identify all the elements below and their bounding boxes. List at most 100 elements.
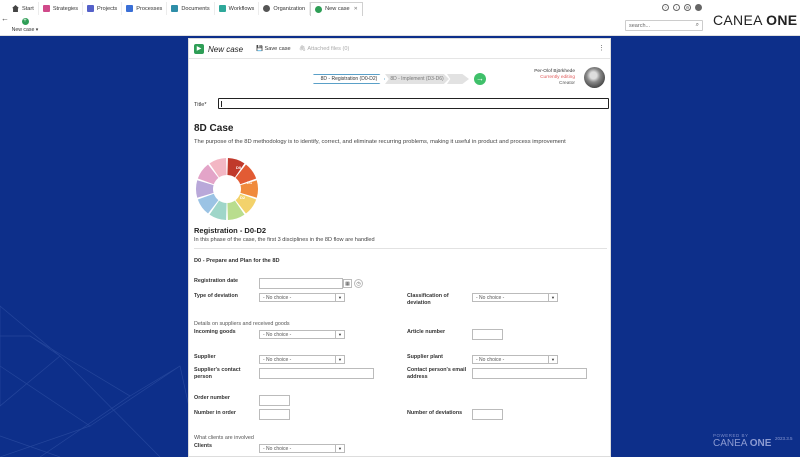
tab-workflows[interactable]: Workflows (215, 2, 260, 15)
processes-icon (126, 5, 134, 12)
search-placeholder: search... (629, 23, 651, 29)
incoming-goods-select[interactable]: - No choice - ▼ (259, 330, 345, 339)
chevron-down-icon: ▼ (548, 356, 557, 363)
tab-bar: Start Strategies Projects Processes Docu… (8, 1, 363, 16)
8d-wheel-image: D0 D1 D2 (196, 158, 258, 220)
registration-date-input[interactable] (259, 278, 343, 289)
tab-label: Workflows (228, 5, 255, 12)
advance-step-button[interactable]: → (474, 73, 486, 85)
top-bar: Start Strategies Projects Processes Docu… (0, 0, 800, 36)
step-more (447, 74, 469, 84)
step-next[interactable]: 8D - Implement (D3-D6) (385, 74, 449, 84)
classification-label: Classification of deviation (407, 293, 449, 306)
chevron-down-icon: ▼ (335, 445, 344, 452)
suppliers-group-label: Details on suppliers and received goods (194, 321, 290, 327)
search-icon[interactable]: ⌕ (696, 22, 699, 29)
avatar (584, 67, 605, 88)
section-title: 8D Case (194, 123, 234, 134)
type-of-deviation-label: Type of deviation (194, 293, 238, 299)
wheel-label: D0 (236, 165, 242, 170)
contact-email-label: Contact person's email address (407, 367, 467, 380)
title-input[interactable] (218, 98, 609, 109)
save-icon: 💾 (256, 46, 263, 52)
form-content: 8D Case The purpose of the 8D methodolog… (189, 117, 610, 456)
supplier-select[interactable]: - No choice - ▼ (259, 355, 345, 364)
tab-documents[interactable]: Documents (167, 2, 215, 15)
suppliers-contact-label: Supplier's contact person (194, 367, 241, 380)
footer-logo: CANEA ONE (713, 438, 772, 449)
tab-organization[interactable]: Organization (259, 2, 311, 15)
supplier-label: Supplier (194, 354, 216, 360)
case-icon (315, 5, 323, 13)
version-label: 2023.3.5 (775, 436, 793, 441)
article-number-label: Article number (407, 329, 446, 335)
top-icons: ? ! ⚙ (662, 4, 702, 11)
tab-start[interactable]: Start (8, 2, 39, 15)
save-case-button[interactable]: 💾 Save case (256, 46, 291, 52)
more-options-icon[interactable]: ⋮ (598, 44, 605, 52)
user-icon[interactable] (695, 4, 702, 11)
wheel-label: D1 (247, 180, 253, 185)
number-of-deviations-label: Number of deviations (407, 410, 463, 416)
new-case-button[interactable]: + New case ▾ (10, 18, 40, 33)
case-panel: ▶ New case 💾 Save case 🖇 Attached files … (188, 38, 611, 457)
divider (194, 248, 607, 249)
chevron-down-icon: ▼ (335, 331, 344, 338)
creator-info: Per-Olof Björkhede Currently editing Cre… (534, 69, 575, 87)
section-description: The purpose of the 8D methodology is to … (194, 139, 566, 145)
attached-files-button[interactable]: 🖇 Attached files (0) (299, 46, 349, 52)
tab-strategies[interactable]: Strategies (39, 2, 84, 15)
number-of-deviations-input[interactable] (472, 409, 503, 420)
incoming-goods-label: Incoming goods (194, 329, 236, 335)
case-icon: ▶ (194, 44, 204, 54)
search-input[interactable]: search... ⌕ (625, 20, 703, 31)
back-arrow-icon[interactable]: ← (1, 14, 9, 23)
tab-label: Strategies (52, 5, 79, 12)
chevron-down-icon: ▼ (548, 294, 557, 301)
tab-projects[interactable]: Projects (83, 2, 123, 15)
d0-title: D0 - Prepare and Plan for the 8D (194, 258, 280, 264)
close-icon[interactable]: ✕ (354, 6, 358, 12)
strategies-icon (42, 5, 50, 12)
step-current[interactable]: 8D - Registration (D0-D2) (313, 74, 385, 84)
title-label: Title* (194, 102, 207, 108)
new-case-label: New case ▾ (11, 27, 39, 33)
wheel-center (214, 176, 240, 202)
clock-icon[interactable]: ◷ (354, 279, 363, 288)
powered-by: POWERED BY CANEA ONE 2023.3.5 (713, 433, 793, 449)
tab-label: Start (22, 5, 34, 12)
contact-email-input[interactable] (472, 368, 587, 379)
organization-icon (263, 5, 271, 12)
type-of-deviation-select[interactable]: - No choice - ▼ (259, 293, 345, 302)
creator-role: Creator (559, 81, 575, 86)
supplier-plant-select[interactable]: - No choice - ▼ (472, 355, 558, 364)
tab-processes[interactable]: Processes (122, 2, 168, 15)
tab-label: Organization (273, 5, 306, 12)
panel-header: ▶ New case 💾 Save case 🖇 Attached files … (189, 39, 610, 59)
help-icon[interactable]: ? (662, 4, 669, 11)
notifications-icon[interactable]: ! (673, 4, 680, 11)
brand-logo: CANEA ONE (713, 12, 798, 28)
panel-title: New case (208, 45, 244, 54)
tab-new-case[interactable]: New case ✕ (310, 1, 363, 16)
supplier-plant-label: Supplier plant (407, 354, 443, 360)
projects-icon (87, 5, 95, 12)
tab-label: New case (325, 6, 350, 12)
registration-date-label: Registration date (194, 278, 239, 284)
number-in-order-input[interactable] (259, 409, 290, 420)
phase-title: Registration - D0-D2 (194, 226, 267, 235)
workflows-icon (218, 5, 226, 12)
classification-select[interactable]: - No choice - ▼ (472, 293, 558, 302)
tab-label: Documents (181, 5, 210, 12)
paperclip-icon: 🖇 (299, 46, 307, 52)
article-number-input[interactable] (472, 329, 503, 340)
clients-select[interactable]: - No choice - ▼ (259, 444, 345, 453)
suppliers-contact-input[interactable] (259, 368, 374, 379)
gear-icon[interactable]: ⚙ (684, 4, 691, 11)
number-in-order-label: Number in order (194, 410, 236, 416)
clients-group-label: What clients are involved (194, 435, 254, 441)
wheel-label: D2 (240, 195, 246, 200)
calendar-icon[interactable]: ▦ (343, 279, 352, 288)
tab-label: Processes (136, 5, 163, 12)
order-number-input[interactable] (259, 395, 290, 406)
